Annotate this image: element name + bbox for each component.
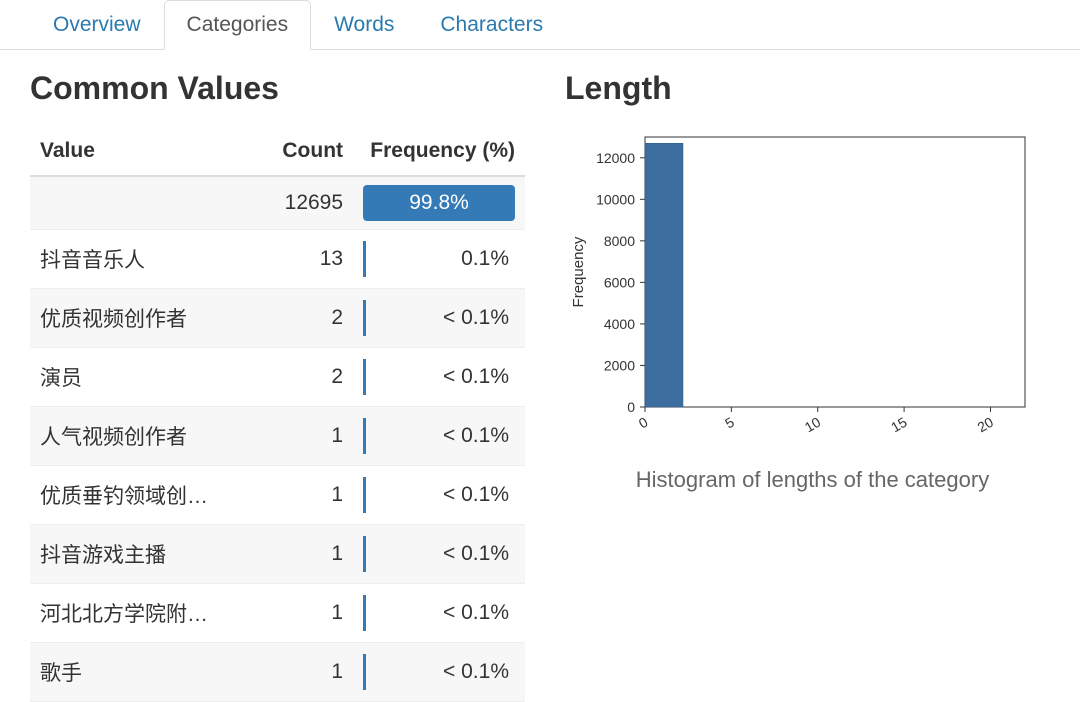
table-row: 优质垂钓领域创…1 < 0.1% (30, 466, 525, 525)
frequency-text: 99.8% (363, 191, 515, 215)
cell-value: 抖音音乐人 (30, 230, 266, 289)
cell-count: 1 (266, 584, 353, 643)
frequency-bar (363, 477, 366, 513)
svg-text:12000: 12000 (596, 150, 635, 166)
length-panel: Length 0 2000 4000 6000 8000 10000 12000 0 5 10 15… (555, 70, 1060, 702)
cell-count: 1 (266, 407, 353, 466)
svg-text:6000: 6000 (604, 274, 635, 290)
cell-frequency: < 0.1% (353, 289, 525, 348)
table-row: 优质视频创作者2 < 0.1% (30, 289, 525, 348)
cell-count: 2 (266, 289, 353, 348)
col-count: Count (266, 127, 353, 176)
frequency-text: < 0.1% (443, 483, 515, 507)
svg-text:8000: 8000 (604, 233, 635, 249)
frequency-bar (363, 595, 366, 631)
cell-frequency: < 0.1% (353, 348, 525, 407)
frequency-text: < 0.1% (443, 601, 515, 625)
svg-text:10000: 10000 (596, 191, 635, 207)
cell-value: 人气视频创作者 (30, 407, 266, 466)
table-row: 人气视频创作者1 < 0.1% (30, 407, 525, 466)
cell-value: 河北北方学院附… (30, 584, 266, 643)
table-row: 抖音游戏主播1 < 0.1% (30, 525, 525, 584)
cell-count: 13 (266, 230, 353, 289)
frequency-bar (363, 418, 366, 454)
svg-text:4000: 4000 (604, 316, 635, 332)
cell-count: 2 (266, 348, 353, 407)
cell-value: 歌手 (30, 643, 266, 702)
table-row: 12695 99.8% (30, 176, 525, 230)
cell-count: 1 (266, 466, 353, 525)
cell-frequency: 0.1% (353, 230, 525, 289)
cell-value: 抖音游戏主播 (30, 525, 266, 584)
tab-overview[interactable]: Overview (30, 0, 164, 50)
cell-frequency: 99.8% (353, 176, 525, 230)
cell-frequency: < 0.1% (353, 643, 525, 702)
cell-frequency: < 0.1% (353, 584, 525, 643)
common-values-title: Common Values (30, 70, 525, 107)
tabs: OverviewCategoriesWordsCharacters (0, 0, 1080, 50)
svg-text:20: 20 (974, 414, 996, 436)
cell-value (30, 176, 266, 230)
length-title: Length (565, 70, 1060, 107)
frequency-bar (363, 241, 366, 277)
tab-words[interactable]: Words (311, 0, 417, 50)
common-values-panel: Common Values Value Count Frequency (%) … (30, 70, 525, 702)
table-row: 歌手1 < 0.1% (30, 643, 525, 702)
frequency-bar (363, 536, 366, 572)
frequency-bar (363, 654, 366, 690)
col-value: Value (30, 127, 266, 176)
cell-value: 优质垂钓领域创… (30, 466, 266, 525)
histogram-svg: 0 2000 4000 6000 8000 10000 12000 0 5 10 15 20 Frequ… (565, 127, 1045, 447)
tab-categories[interactable]: Categories (164, 0, 312, 50)
cell-value: 演员 (30, 348, 266, 407)
frequency-text: 0.1% (461, 247, 515, 271)
frequency-text: < 0.1% (443, 306, 515, 330)
col-freq: Frequency (%) (353, 127, 525, 176)
frequency-text: < 0.1% (443, 542, 515, 566)
svg-text:0: 0 (636, 414, 651, 432)
frequency-text: < 0.1% (443, 660, 515, 684)
common-values-table: Value Count Frequency (%) 12695 99.8% 抖音音乐… (30, 127, 525, 702)
svg-text:5: 5 (722, 414, 737, 432)
cell-count: 1 (266, 643, 353, 702)
cell-count: 1 (266, 525, 353, 584)
content: Common Values Value Count Frequency (%) … (0, 60, 1080, 702)
cell-frequency: < 0.1% (353, 466, 525, 525)
svg-text:2000: 2000 (604, 357, 635, 373)
frequency-bar (363, 359, 366, 395)
table-row: 河北北方学院附…1 < 0.1% (30, 584, 525, 643)
svg-text:15: 15 (888, 414, 910, 436)
table-row: 演员2 < 0.1% (30, 348, 525, 407)
tab-characters[interactable]: Characters (417, 0, 566, 50)
frequency-bar (363, 300, 366, 336)
histogram-chart: 0 2000 4000 6000 8000 10000 12000 0 5 10 15 20 Frequ… (565, 127, 1060, 493)
cell-count: 12695 (266, 176, 353, 230)
chart-caption: Histogram of lengths of the category (565, 467, 1060, 493)
table-row: 抖音音乐人13 0.1% (30, 230, 525, 289)
frequency-text: < 0.1% (443, 365, 515, 389)
svg-text:10: 10 (802, 414, 824, 436)
cell-value: 优质视频创作者 (30, 289, 266, 348)
cell-frequency: < 0.1% (353, 525, 525, 584)
cell-frequency: < 0.1% (353, 407, 525, 466)
svg-text:Frequency: Frequency (570, 236, 587, 307)
frequency-text: < 0.1% (443, 424, 515, 448)
svg-text:0: 0 (627, 399, 635, 415)
